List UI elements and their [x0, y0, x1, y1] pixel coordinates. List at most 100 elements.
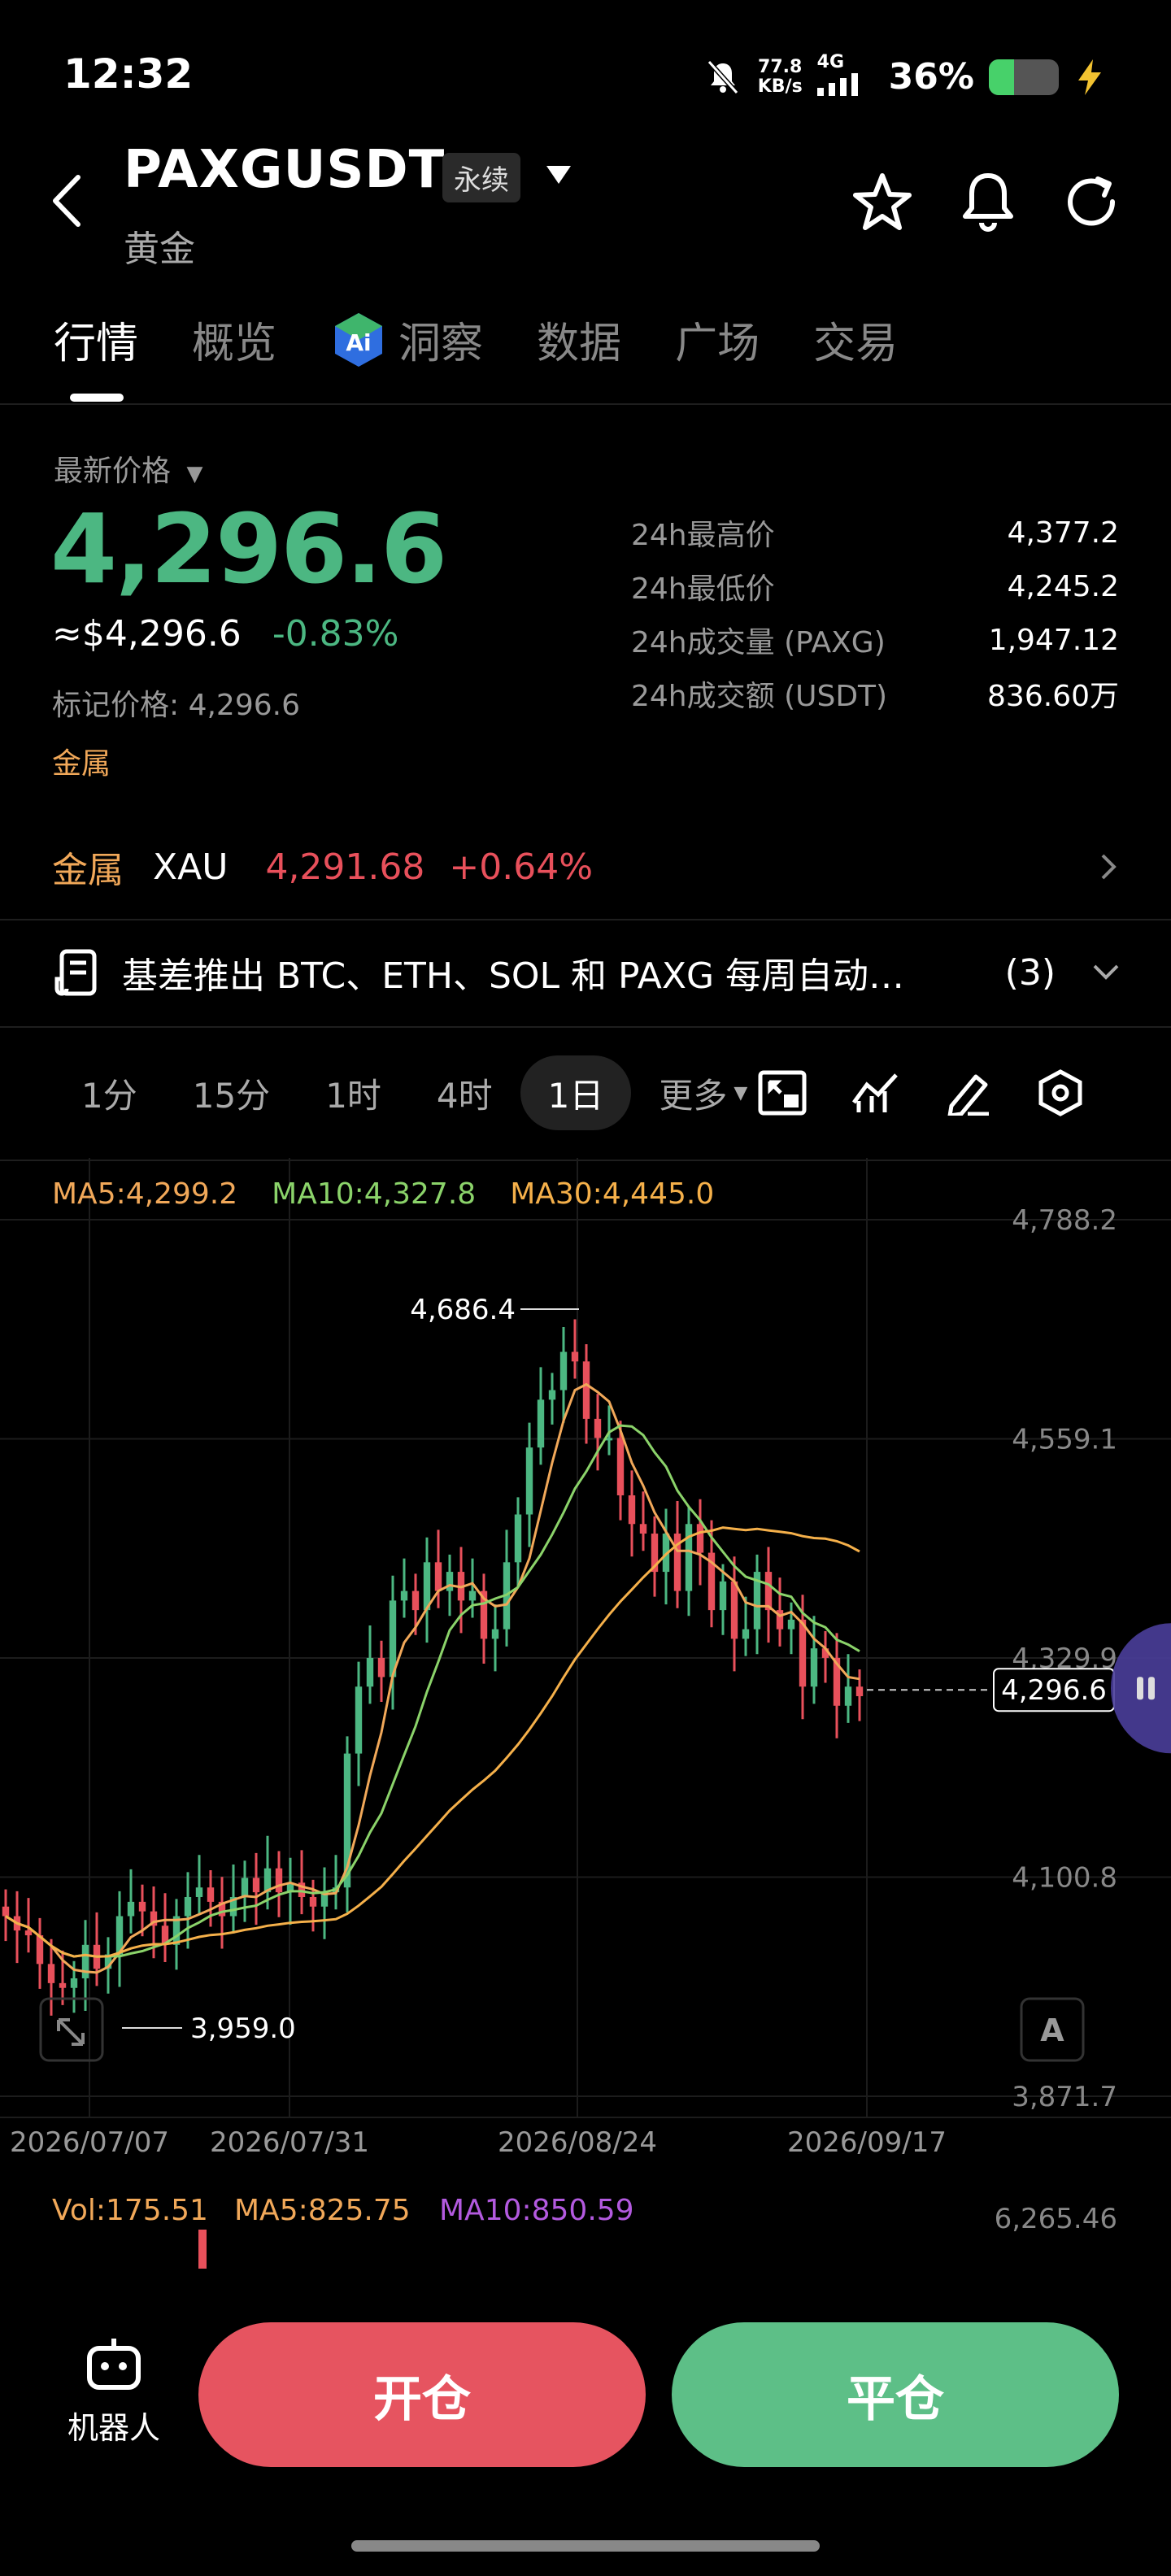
stat-row-volume: 24h成交量 (PAXG) 1,947.12	[631, 613, 1119, 667]
latest-price-selector[interactable]: 最新价格 ▼	[54, 447, 202, 490]
candle	[70, 1978, 78, 1988]
indicators-icon[interactable]	[848, 1066, 902, 1120]
x-tick-label: 2026/08/24	[498, 2126, 657, 2159]
battery-icon	[989, 59, 1059, 95]
chart-settings-icon[interactable]	[1034, 1066, 1087, 1120]
timeframe-4h[interactable]: 4时	[409, 1055, 520, 1130]
svg-text:Ai: Ai	[346, 329, 371, 356]
candle	[411, 1590, 420, 1611]
stat-value: 1,947.12	[988, 623, 1119, 657]
handle-grip	[1137, 1677, 1143, 1700]
candle	[81, 1944, 89, 1978]
tab-square[interactable]: 广场	[675, 309, 760, 370]
timeframe-1d[interactable]: 1日	[520, 1055, 632, 1130]
candle	[195, 1887, 203, 1897]
mark-price: 标记价格: 4,296.6	[52, 689, 300, 722]
y-tick-label: 4,100.8	[1012, 1862, 1117, 1895]
bell-icon[interactable]	[958, 169, 1018, 234]
stat-value: 836.60万	[987, 680, 1119, 713]
star-icon[interactable]	[852, 172, 912, 233]
tab-data[interactable]: 数据	[537, 309, 621, 370]
chart-expand-icon[interactable]	[755, 1066, 809, 1120]
document-icon	[54, 949, 97, 996]
candle	[355, 1686, 363, 1754]
candle	[525, 1447, 533, 1515]
x-tick-label: 2026/09/17	[787, 2126, 947, 2159]
robot-button[interactable]: 机器人	[62, 2334, 166, 2448]
ai-icon: Ai	[335, 312, 383, 367]
robot-label: 机器人	[67, 2410, 160, 2446]
tab-active-indicator	[70, 394, 124, 402]
candle	[2, 1906, 10, 1917]
candle	[616, 1438, 625, 1495]
metal-change: +0.64%	[449, 846, 594, 888]
last-price: 4,296.6	[50, 493, 447, 605]
charging-icon	[1078, 59, 1101, 95]
candle	[184, 1896, 192, 1917]
share-icon[interactable]	[1062, 172, 1122, 233]
candle	[514, 1514, 522, 1563]
asset-name: 黄金	[124, 228, 195, 270]
symbol-title[interactable]: PAXGUSDT	[124, 140, 445, 200]
timeframe-1h[interactable]: 1时	[298, 1055, 409, 1130]
candle	[434, 1562, 442, 1591]
caret-down-icon: ▼	[734, 1082, 748, 1103]
tabs-divider	[0, 403, 1171, 405]
timeframe-more[interactable]: 更多 ▼	[631, 1055, 755, 1130]
metal-price: 4,291.68	[265, 846, 425, 888]
chevron-down-icon[interactable]	[1091, 963, 1121, 982]
tab-overview[interactable]: 概览	[192, 309, 276, 370]
last-price-tag: 4,296.6	[1001, 1674, 1107, 1707]
stat-label: 24h成交量 (PAXG)	[631, 626, 886, 659]
candle	[628, 1495, 636, 1525]
usd-price-row: ≈$4,296.6 -0.83%	[52, 613, 398, 655]
candle	[742, 1629, 750, 1639]
ma-legend: MA5:4,299.2 MA10:4,327.8 MA30:4,445.0	[52, 1177, 714, 1211]
ma5-label: MA5:4,299.2	[52, 1177, 238, 1211]
news-ticker[interactable]: 基差推出 BTC、ETH、SOL 和 PAXG 每周自动… (3)	[54, 946, 1121, 999]
timeframe-15m[interactable]: 15分	[165, 1055, 298, 1130]
stat-label: 24h最低价	[631, 572, 775, 606]
candle	[377, 1657, 385, 1677]
stat-value: 4,377.2	[1007, 516, 1119, 550]
stat-label: 24h成交额 (USDT)	[631, 680, 888, 713]
home-indicator[interactable]	[351, 2540, 820, 2552]
kline-chart[interactable]: 4,788.2 4,559.1 4,329.9 4,100.8 3,871.7 2026/…	[0, 1158, 1171, 2272]
tab-insight-label: 洞察	[398, 320, 484, 368]
open-position-button[interactable]: 开仓	[198, 2322, 646, 2467]
dropdown-icon[interactable]	[545, 164, 572, 185]
back-icon[interactable]	[50, 172, 83, 229]
robot-icon	[87, 2339, 141, 2390]
stat-row-turnover: 24h成交额 (USDT) 836.60万	[631, 667, 1119, 720]
volume-ma10-label: MA10:850.59	[439, 2194, 634, 2227]
category-tag[interactable]: 金属	[52, 740, 111, 782]
candle	[127, 1901, 135, 1917]
candle	[855, 1686, 864, 1696]
candle	[696, 1524, 704, 1553]
related-metal-row[interactable]: 金属 XAU 4,291.68 +0.64%	[52, 841, 1119, 893]
volume-label: Vol:175.51	[52, 2194, 208, 2227]
candle	[491, 1629, 499, 1639]
timeframe-bar: 1分 15分 1时 4时 1日 更多 ▼	[54, 1054, 1127, 1132]
candle	[844, 1686, 852, 1706]
timeframe-1m[interactable]: 1分	[54, 1055, 165, 1130]
net-type-label: 4G	[816, 52, 845, 72]
tab-market[interactable]: 行情	[54, 309, 138, 370]
close-position-button[interactable]: 平仓	[672, 2322, 1119, 2467]
stat-row-high: 24h最高价 4,377.2	[631, 506, 1119, 559]
candle	[719, 1581, 727, 1611]
tab-insight[interactable]: Ai 洞察	[330, 309, 483, 370]
candle	[446, 1572, 454, 1591]
candle	[468, 1590, 477, 1601]
candle	[309, 1896, 317, 1907]
candle	[537, 1399, 545, 1448]
candle	[47, 1964, 55, 1983]
candle	[275, 1868, 283, 1893]
tab-trade[interactable]: 交易	[813, 309, 898, 370]
draw-pencil-icon[interactable]	[941, 1066, 995, 1120]
candle	[730, 1581, 738, 1639]
candle	[594, 1418, 602, 1438]
candle	[787, 1619, 795, 1630]
volume-bar	[198, 2230, 207, 2272]
status-time: 12:32	[63, 50, 194, 98]
